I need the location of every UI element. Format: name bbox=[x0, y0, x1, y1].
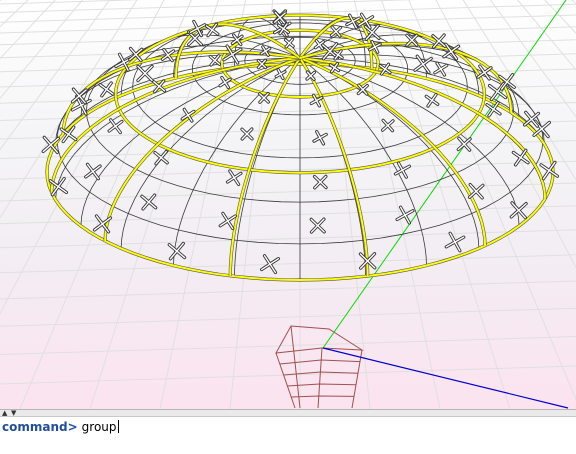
dome-mesh[interactable] bbox=[45, 13, 555, 282]
grid-line bbox=[0, 0, 2, 2]
grid-line bbox=[0, 0, 84, 100]
grid-line bbox=[516, 0, 576, 71]
command-prompt: command> bbox=[2, 420, 78, 434]
text-caret bbox=[117, 420, 119, 433]
grid-line bbox=[0, 140, 576, 160]
grid-line bbox=[0, 0, 165, 315]
grid-line bbox=[0, 0, 29, 28]
vertex-marker bbox=[240, 127, 254, 141]
arrow-up-icon[interactable]: ▲ bbox=[2, 409, 7, 417]
grid-line bbox=[0, 0, 73, 409]
grid-line bbox=[353, 0, 441, 409]
box-edge bbox=[317, 347, 323, 409]
panel-splitter[interactable]: ▲ ▼ bbox=[0, 409, 576, 417]
arrow-down-icon[interactable]: ▼ bbox=[11, 409, 16, 417]
grid-line bbox=[0, 280, 576, 300]
vertex-marker bbox=[167, 241, 187, 261]
vertex-marker bbox=[259, 45, 272, 57]
command-line[interactable]: command> group bbox=[0, 417, 576, 454]
grid-line bbox=[0, 0, 418, 14]
grid-line bbox=[493, 0, 576, 409]
box-edge bbox=[279, 359, 361, 365]
3d-viewport[interactable] bbox=[0, 0, 576, 409]
grid-line bbox=[0, 3, 576, 23]
grid-line bbox=[381, 0, 511, 409]
grid-line bbox=[0, 0, 90, 409]
command-input[interactable]: group bbox=[82, 420, 117, 434]
box-edge bbox=[275, 352, 296, 409]
box-edge bbox=[351, 349, 363, 409]
selected-box-wireframe[interactable] bbox=[275, 325, 364, 409]
x-axis-line bbox=[322, 347, 569, 409]
box-edge bbox=[291, 395, 355, 398]
grid-line bbox=[545, 0, 576, 409]
scene-canvas[interactable] bbox=[0, 0, 576, 409]
selected-rib bbox=[104, 57, 301, 241]
grid-line bbox=[0, 254, 576, 274]
box-top-edge bbox=[275, 325, 364, 354]
vertex-marker bbox=[312, 130, 328, 146]
grid-line bbox=[0, 307, 576, 327]
selected-rib-shadow bbox=[103, 56, 301, 241]
grid-line bbox=[0, 205, 576, 225]
vertex-marker bbox=[84, 162, 102, 181]
vertex-marker bbox=[312, 174, 328, 190]
box-edge bbox=[290, 325, 301, 409]
vertex-marker bbox=[309, 217, 326, 234]
